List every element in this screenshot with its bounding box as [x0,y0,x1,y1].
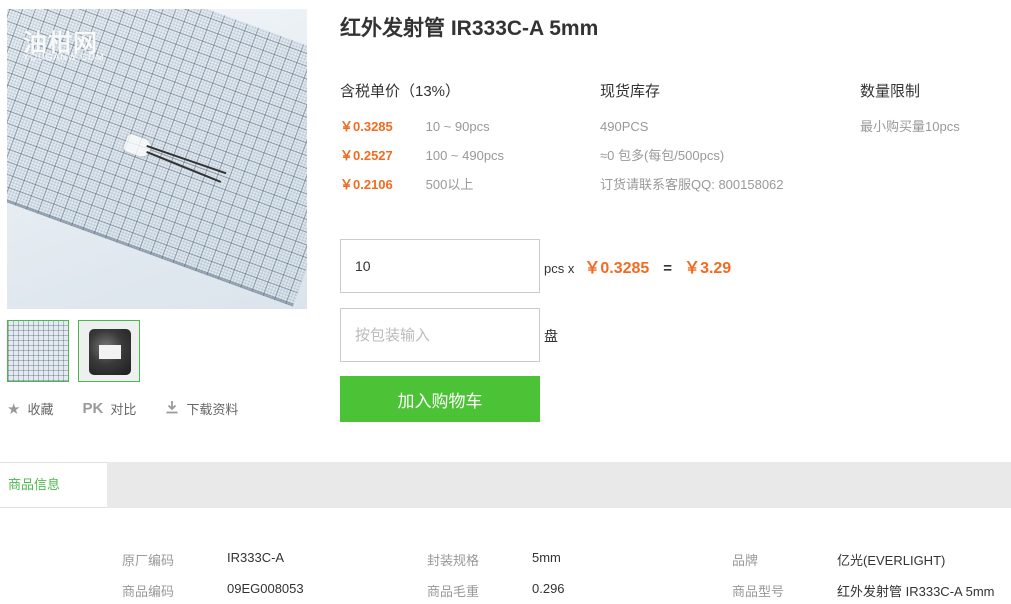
product-gallery: 油柑网 YOUGANW.COM ★ 收藏 PK 对比 下载资料 [7,9,307,418]
spec-item: 商品型号 红外发射管 IR333C-A 5mm [732,581,994,600]
tier-range: 500以上 [425,177,474,192]
tab-product-info[interactable]: 商品信息 [0,462,107,508]
spec-label: 品牌 [732,553,759,568]
thumbnail-1[interactable] [7,320,69,382]
spec-value: 5mm [532,550,561,565]
price-tier-row: ￥0.3285 10 ~ 90pcs [340,112,504,141]
spec-label: 商品毛重 [427,584,480,599]
thumbnail-2[interactable] [78,320,140,382]
limit-header: 数量限制 [860,83,921,100]
download-button[interactable]: 下载资料 [165,399,238,418]
spec-value: IR333C-A [227,550,285,565]
spec-label: 原厂编码 [122,553,175,568]
bag-label [99,345,121,359]
tier-range: 100 ~ 490pcs [425,148,505,163]
unit-price: ￥0.3285 [584,260,650,277]
stock-info: 现货库存 490PCS ≈0 包多(每包/500pcs) 订货请联系客服QQ: … [600,80,784,199]
spec-row: 商品编码 09EG008053 商品毛重 0.296 商品型号 红外发射管 IR… [0,581,1011,604]
spec-item: 原厂编码 IR333C-A [122,550,284,569]
tier-price: ￥0.2527 [340,148,393,163]
favorite-button[interactable]: ★ 收藏 [7,399,53,418]
quantity-unit: pcs x [544,261,575,276]
spec-item: 商品毛重 0.296 [427,581,565,600]
product-main-image: 油柑网 YOUGANW.COM [7,9,307,309]
spec-value: 亿光(EVERLIGHT) [837,553,946,568]
spec-value: 0.296 [532,581,565,596]
price-header: 含税单价（13%） [340,83,461,100]
total-price: ￥3.29 [684,260,732,277]
price-calculation: pcs x ￥0.3285 = ￥3.29 [544,254,731,278]
spec-label: 封装规格 [427,553,480,568]
spec-value: 09EG008053 [227,581,304,596]
spec-label: 商品编码 [122,584,175,599]
product-title: 红外发射管 IR333C-A 5mm [340,17,599,40]
download-label: 下载资料 [186,402,239,417]
download-icon [165,400,179,418]
stock-line: ≈0 包多(每包/500pcs) [600,148,725,163]
price-tier-row: ￥0.2527 100 ~ 490pcs [340,141,504,170]
spec-table: 原厂编码 IR333C-A 封装规格 5mm 品牌 亿光(EVERLIGHT) … [0,550,1011,604]
limit-text: 最小购买量10pcs [860,119,960,134]
stock-header: 现货库存 [600,83,661,100]
reel-bag-image [89,329,131,375]
stock-line: 订货请联系客服QQ: 800158062 [600,177,784,192]
pk-icon: PK [82,400,104,417]
spec-item: 封装规格 5mm [427,550,561,569]
star-icon: ★ [7,400,21,418]
stock-line: 490PCS [600,119,649,134]
product-actions: ★ 收藏 PK 对比 下载资料 [7,399,307,418]
favorite-label: 收藏 [27,402,54,417]
compare-label: 对比 [110,402,137,417]
spec-item: 品牌 亿光(EVERLIGHT) [732,550,945,569]
pack-unit: 盘 [544,328,558,344]
add-to-cart-button[interactable]: 加入购物车 [340,376,540,422]
tier-price: ￥0.3285 [340,119,393,134]
equals-sign: = [663,260,673,277]
tier-range: 10 ~ 90pcs [425,119,490,134]
spec-row: 原厂编码 IR333C-A 封装规格 5mm 品牌 亿光(EVERLIGHT) [0,550,1011,581]
tier-price: ￥0.2106 [340,177,393,192]
detail-tabbar: 商品信息 [0,462,1011,508]
spec-value: 红外发射管 IR333C-A 5mm [837,584,995,599]
quantity-input[interactable] [340,239,540,293]
pack-quantity-input[interactable] [340,308,540,362]
compare-button[interactable]: PK 对比 [82,399,136,418]
thumbnail-strip [7,320,307,382]
quantity-limit: 数量限制 最小购买量10pcs [860,80,960,141]
spec-label: 商品型号 [732,584,785,599]
price-tier-row: ￥0.2106 500以上 [340,170,504,199]
spec-item: 商品编码 09EG008053 [122,581,304,600]
watermark-url: YOUGANW.COM [23,52,105,62]
price-tiers: 含税单价（13%） ￥0.3285 10 ~ 90pcs ￥0.2527 100… [340,80,504,199]
